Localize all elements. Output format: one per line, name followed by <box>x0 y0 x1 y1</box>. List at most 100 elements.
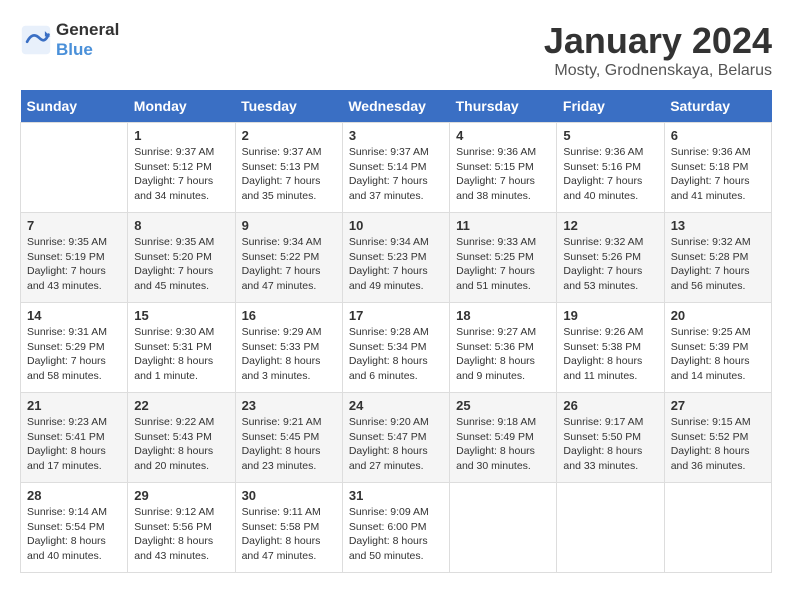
day-info: Sunrise: 9:22 AMSunset: 5:43 PMDaylight:… <box>134 415 228 474</box>
day-info: Sunrise: 9:11 AMSunset: 5:58 PMDaylight:… <box>242 505 336 564</box>
month-title: January 2024 <box>544 20 772 62</box>
day-info: Sunrise: 9:37 AMSunset: 5:14 PMDaylight:… <box>349 145 443 204</box>
day-info: Sunrise: 9:35 AMSunset: 5:20 PMDaylight:… <box>134 235 228 294</box>
calendar-cell: 21Sunrise: 9:23 AMSunset: 5:41 PMDayligh… <box>21 393 128 483</box>
day-info: Sunrise: 9:37 AMSunset: 5:13 PMDaylight:… <box>242 145 336 204</box>
day-number: 10 <box>349 218 443 233</box>
day-number: 9 <box>242 218 336 233</box>
day-info: Sunrise: 9:32 AMSunset: 5:26 PMDaylight:… <box>563 235 657 294</box>
day-number: 1 <box>134 128 228 143</box>
calendar-cell: 28 Sunrise: 9:14 AMSunset: 5:54 PMDayligh… <box>21 483 128 573</box>
calendar-cell: 16 Sunrise: 9:29 AMSunset: 5:33 PMDayligh… <box>235 303 342 393</box>
day-info: Sunrise: 9:23 AMSunset: 5:41 PMDaylight:… <box>27 415 121 474</box>
page-container: General Blue January 2024 Mosty, Grodnen… <box>20 20 772 573</box>
day-number: 13 <box>671 218 765 233</box>
day-info: Sunrise: 9:29 AMSunset: 5:33 PMDaylight:… <box>242 325 336 384</box>
calendar-cell: 8 Sunrise: 9:35 AMSunset: 5:20 PMDaylight… <box>128 213 235 303</box>
day-number: 5 <box>563 128 657 143</box>
day-number: 17 <box>349 308 443 323</box>
location-subtitle: Mosty, Grodnenskaya, Belarus <box>544 62 772 80</box>
day-info: Sunrise: 9:31 AMSunset: 5:29 PMDaylight:… <box>27 325 121 384</box>
day-info: Sunrise: 9:36 AMSunset: 5:18 PMDaylight:… <box>671 145 765 204</box>
calendar-cell: 1Sunrise: 9:37 AMSunset: 5:12 PMDaylight… <box>128 123 235 213</box>
day-number: 26 <box>563 398 657 413</box>
calendar-cell: 17 Sunrise: 9:28 AMSunset: 5:34 PMDayligh… <box>342 303 449 393</box>
day-info: Sunrise: 9:27 AMSunset: 5:36 PMDaylight:… <box>456 325 550 384</box>
day-number: 8 <box>134 218 228 233</box>
logo: General Blue <box>20 20 119 60</box>
day-info: Sunrise: 9:35 AMSunset: 5:19 PMDaylight:… <box>27 235 121 294</box>
calendar-cell: 26 Sunrise: 9:17 AMSunset: 5:50 PMDayligh… <box>557 393 664 483</box>
calendar-cell <box>21 123 128 213</box>
day-number: 27 <box>671 398 765 413</box>
day-number: 31 <box>349 488 443 503</box>
calendar-week-row: 28 Sunrise: 9:14 AMSunset: 5:54 PMDayligh… <box>21 483 772 573</box>
header: General Blue January 2024 Mosty, Grodnen… <box>20 20 772 80</box>
day-number: 12 <box>563 218 657 233</box>
logo-icon <box>20 24 52 56</box>
calendar-cell: 9 Sunrise: 9:34 AMSunset: 5:22 PMDaylight… <box>235 213 342 303</box>
day-number: 4 <box>456 128 550 143</box>
calendar-table: SundayMondayTuesdayWednesdayThursdayFrid… <box>20 90 772 573</box>
calendar-cell: 24Sunrise: 9:20 AMSunset: 5:47 PMDayligh… <box>342 393 449 483</box>
day-info: Sunrise: 9:18 AMSunset: 5:49 PMDaylight:… <box>456 415 550 474</box>
day-info: Sunrise: 9:34 AMSunset: 5:22 PMDaylight:… <box>242 235 336 294</box>
day-number: 11 <box>456 218 550 233</box>
calendar-cell: 12 Sunrise: 9:32 AMSunset: 5:26 PMDayligh… <box>557 213 664 303</box>
calendar-cell: 3Sunrise: 9:37 AMSunset: 5:14 PMDaylight… <box>342 123 449 213</box>
calendar-cell: 13 Sunrise: 9:32 AMSunset: 5:28 PMDayligh… <box>664 213 771 303</box>
day-info: Sunrise: 9:32 AMSunset: 5:28 PMDaylight:… <box>671 235 765 294</box>
calendar-cell: 2 Sunrise: 9:37 AMSunset: 5:13 PMDaylight… <box>235 123 342 213</box>
day-number: 28 <box>27 488 121 503</box>
day-info: Sunrise: 9:26 AMSunset: 5:38 PMDaylight:… <box>563 325 657 384</box>
weekday-header-tuesday: Tuesday <box>235 90 342 123</box>
day-number: 30 <box>242 488 336 503</box>
weekday-header-friday: Friday <box>557 90 664 123</box>
day-info: Sunrise: 9:20 AMSunset: 5:47 PMDaylight:… <box>349 415 443 474</box>
calendar-cell <box>557 483 664 573</box>
day-number: 29 <box>134 488 228 503</box>
day-info: Sunrise: 9:28 AMSunset: 5:34 PMDaylight:… <box>349 325 443 384</box>
day-number: 19 <box>563 308 657 323</box>
calendar-cell: 5 Sunrise: 9:36 AMSunset: 5:16 PMDaylight… <box>557 123 664 213</box>
title-area: January 2024 Mosty, Grodnenskaya, Belaru… <box>544 20 772 80</box>
calendar-week-row: 7Sunrise: 9:35 AMSunset: 5:19 PMDaylight… <box>21 213 772 303</box>
day-number: 16 <box>242 308 336 323</box>
day-info: Sunrise: 9:36 AMSunset: 5:16 PMDaylight:… <box>563 145 657 204</box>
calendar-cell: 15Sunrise: 9:30 AMSunset: 5:31 PMDayligh… <box>128 303 235 393</box>
calendar-cell: 31 Sunrise: 9:09 AMSunset: 6:00 PMDayligh… <box>342 483 449 573</box>
day-number: 2 <box>242 128 336 143</box>
calendar-cell <box>450 483 557 573</box>
calendar-cell: 7Sunrise: 9:35 AMSunset: 5:19 PMDaylight… <box>21 213 128 303</box>
day-info: Sunrise: 9:25 AMSunset: 5:39 PMDaylight:… <box>671 325 765 384</box>
calendar-cell: 6 Sunrise: 9:36 AMSunset: 5:18 PMDaylight… <box>664 123 771 213</box>
calendar-cell: 14 Sunrise: 9:31 AMSunset: 5:29 PMDayligh… <box>21 303 128 393</box>
calendar-cell: 27 Sunrise: 9:15 AMSunset: 5:52 PMDayligh… <box>664 393 771 483</box>
day-info: Sunrise: 9:09 AMSunset: 6:00 PMDaylight:… <box>349 505 443 564</box>
day-info: Sunrise: 9:30 AMSunset: 5:31 PMDaylight:… <box>134 325 228 384</box>
day-number: 14 <box>27 308 121 323</box>
day-info: Sunrise: 9:15 AMSunset: 5:52 PMDaylight:… <box>671 415 765 474</box>
weekday-header-monday: Monday <box>128 90 235 123</box>
calendar-cell <box>664 483 771 573</box>
day-info: Sunrise: 9:34 AMSunset: 5:23 PMDaylight:… <box>349 235 443 294</box>
day-number: 6 <box>671 128 765 143</box>
weekday-header-wednesday: Wednesday <box>342 90 449 123</box>
calendar-cell: 23Sunrise: 9:21 AMSunset: 5:45 PMDayligh… <box>235 393 342 483</box>
day-number: 18 <box>456 308 550 323</box>
day-info: Sunrise: 9:12 AMSunset: 5:56 PMDaylight:… <box>134 505 228 564</box>
calendar-cell: 11 Sunrise: 9:33 AMSunset: 5:25 PMDayligh… <box>450 213 557 303</box>
calendar-cell: 29 Sunrise: 9:12 AMSunset: 5:56 PMDayligh… <box>128 483 235 573</box>
calendar-cell: 22 Sunrise: 9:22 AMSunset: 5:43 PMDayligh… <box>128 393 235 483</box>
logo-text: General Blue <box>56 20 119 60</box>
weekday-header-sunday: Sunday <box>21 90 128 123</box>
calendar-week-row: 14 Sunrise: 9:31 AMSunset: 5:29 PMDayligh… <box>21 303 772 393</box>
weekday-header-row: SundayMondayTuesdayWednesdayThursdayFrid… <box>21 90 772 123</box>
day-info: Sunrise: 9:33 AMSunset: 5:25 PMDaylight:… <box>456 235 550 294</box>
calendar-cell: 30 Sunrise: 9:11 AMSunset: 5:58 PMDayligh… <box>235 483 342 573</box>
calendar-cell: 20Sunrise: 9:25 AMSunset: 5:39 PMDayligh… <box>664 303 771 393</box>
day-info: Sunrise: 9:17 AMSunset: 5:50 PMDaylight:… <box>563 415 657 474</box>
day-info: Sunrise: 9:14 AMSunset: 5:54 PMDaylight:… <box>27 505 121 564</box>
calendar-cell: 4Sunrise: 9:36 AMSunset: 5:15 PMDaylight… <box>450 123 557 213</box>
day-number: 22 <box>134 398 228 413</box>
